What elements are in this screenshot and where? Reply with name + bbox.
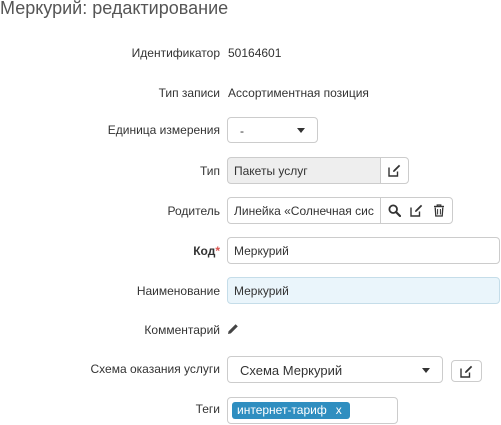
edit-icon bbox=[456, 360, 478, 382]
unit-select[interactable]: - bbox=[227, 117, 318, 143]
name-input[interactable]: Меркурий bbox=[227, 277, 500, 304]
edit-icon[interactable] bbox=[405, 200, 427, 222]
parent-label: Родитель bbox=[167, 204, 220, 218]
name-label: Наименование bbox=[136, 284, 220, 298]
tag-chip: интернет-тариф x bbox=[232, 402, 350, 419]
unit-select-value: - bbox=[240, 124, 244, 138]
service-scheme-label: Схема оказания услуги bbox=[90, 362, 220, 376]
tag-remove-button[interactable]: x bbox=[336, 403, 342, 417]
tags-input[interactable]: интернет-тариф x bbox=[227, 397, 398, 424]
code-input[interactable]: Меркурий bbox=[227, 237, 500, 264]
caret-down-icon bbox=[297, 128, 305, 133]
tag-label: интернет-тариф bbox=[237, 403, 327, 417]
parent-input[interactable]: Линейка «Солнечная сис bbox=[227, 197, 381, 224]
record-type-label: Тип записи bbox=[158, 86, 220, 100]
trash-icon[interactable] bbox=[428, 200, 450, 222]
parent-actions bbox=[380, 197, 453, 224]
identifier-label: Идентификатор bbox=[131, 46, 220, 60]
record-type-value: Ассортиментная позиция bbox=[228, 86, 369, 100]
service-scheme-edit-button[interactable] bbox=[451, 360, 482, 382]
tags-label: Теги bbox=[195, 402, 220, 416]
service-scheme-select[interactable]: Схема Меркурий bbox=[227, 356, 443, 383]
code-label: Код* bbox=[193, 244, 220, 258]
required-mark: * bbox=[215, 244, 220, 258]
type-edit-button[interactable] bbox=[380, 157, 409, 184]
unit-label: Единица измерения bbox=[107, 123, 220, 137]
comment-label: Комментарий bbox=[144, 323, 220, 337]
edit-icon bbox=[384, 160, 406, 182]
pencil-icon[interactable] bbox=[227, 323, 239, 338]
type-label: Тип bbox=[199, 164, 220, 178]
type-input: Пакеты услуг bbox=[227, 157, 381, 184]
service-scheme-value: Схема Меркурий bbox=[240, 363, 343, 378]
page-title: Меркурий: редактирование bbox=[0, 0, 229, 18]
caret-down-icon bbox=[422, 368, 430, 373]
identifier-value: 50164601 bbox=[228, 46, 282, 60]
search-icon[interactable] bbox=[383, 200, 405, 222]
